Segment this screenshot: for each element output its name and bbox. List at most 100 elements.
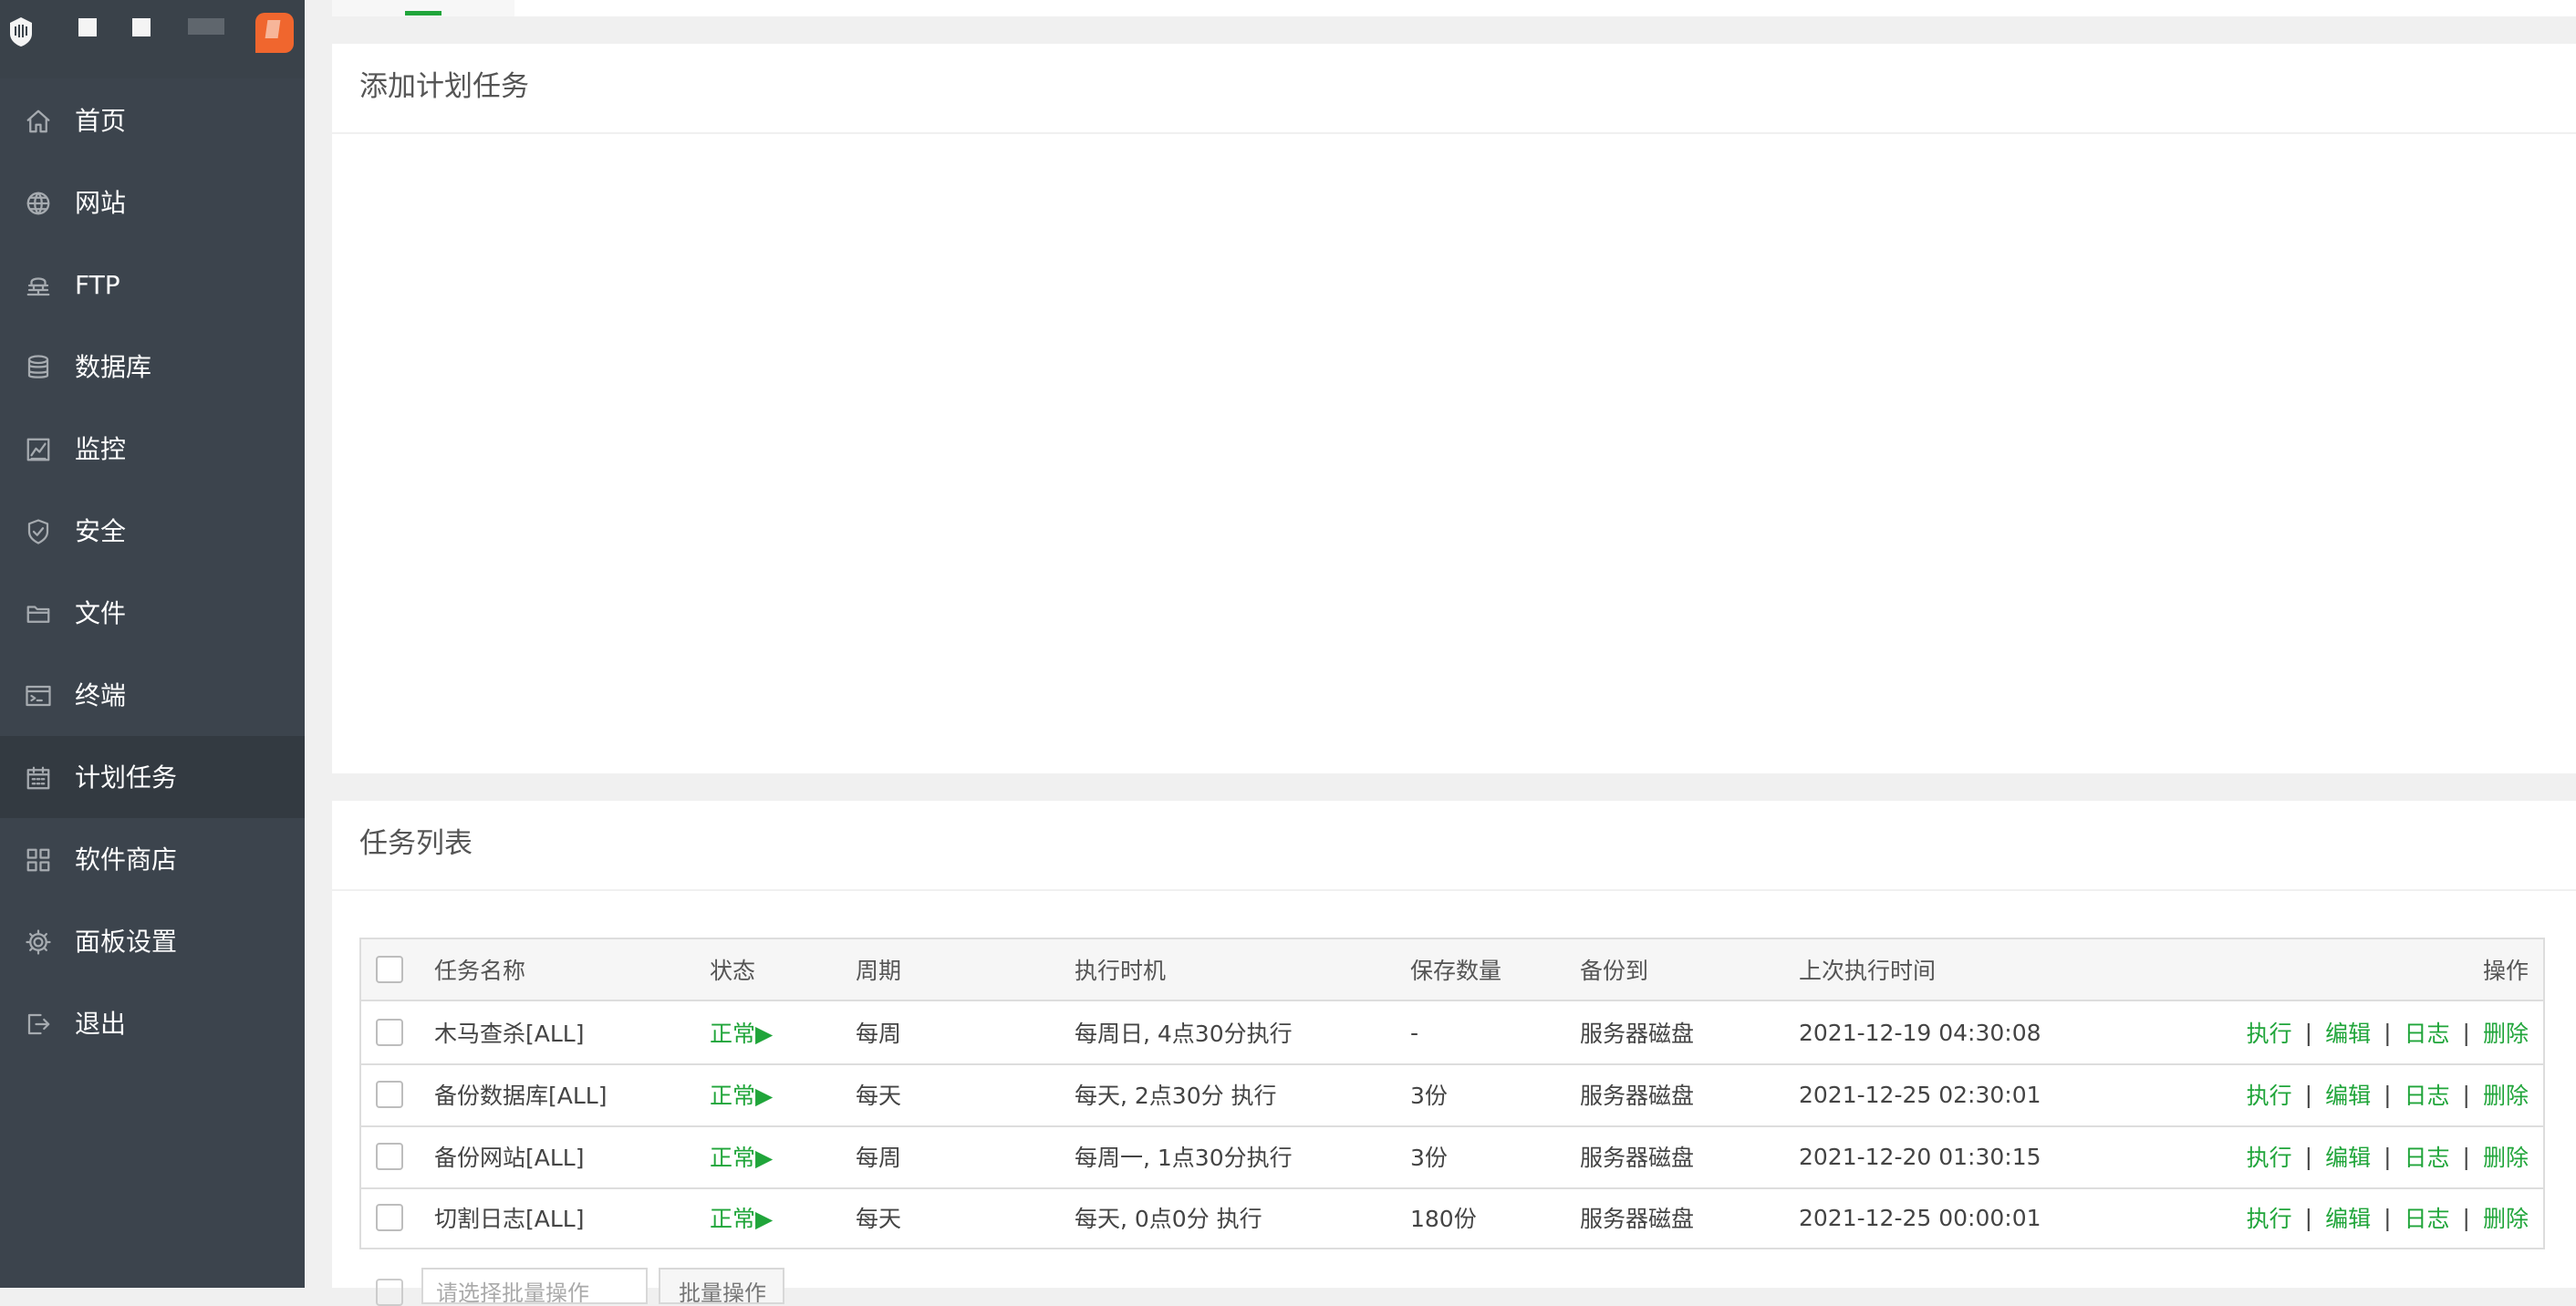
sidebar-item-label: 数据库 bbox=[75, 352, 152, 382]
sidebar-item-monitor[interactable]: 监控 bbox=[0, 408, 305, 490]
add-task-panel: 添加计划任务 bbox=[332, 44, 2576, 773]
table-header: 任务名称 状态 周期 执行时机 保存数量 备份到 上次执行时间 操作 bbox=[361, 939, 2543, 1001]
sidebar-item-home[interactable]: 首页 bbox=[0, 79, 305, 161]
sidebar-item-label: FTP bbox=[75, 270, 120, 300]
task-name: 切割日志[ALL] bbox=[434, 1206, 585, 1232]
task-name: 备份网站[ALL] bbox=[434, 1145, 585, 1171]
log-link[interactable]: 日志 bbox=[2405, 1016, 2450, 1049]
terminal-icon bbox=[24, 681, 53, 710]
sidebar-item-files[interactable]: 文件 bbox=[0, 572, 305, 654]
sidebar-item-label: 退出 bbox=[75, 1009, 127, 1039]
task-last-run: 2021-12-25 00:00:01 bbox=[1799, 1204, 2041, 1231]
sidebar-nav: 首页 网站 FTP 数据库 监控 安全 文件 终端 计划任务 软件商店 面板设置… bbox=[0, 79, 305, 1064]
row-actions: 执行 | 编辑 | 日志 | 删除 bbox=[2247, 1001, 2529, 1063]
status-toggle[interactable]: 正常▶ bbox=[710, 1125, 773, 1187]
home-icon bbox=[24, 107, 53, 136]
row-checkbox[interactable] bbox=[376, 1081, 403, 1108]
header-square-icon[interactable] bbox=[132, 18, 151, 36]
folder-icon bbox=[24, 599, 53, 628]
status-toggle[interactable]: 正常▶ bbox=[710, 1187, 773, 1248]
edit-link[interactable]: 编辑 bbox=[2325, 1016, 2371, 1049]
row-checkbox[interactable] bbox=[376, 1143, 403, 1170]
select-all-checkbox[interactable] bbox=[376, 956, 403, 983]
run-link[interactable]: 执行 bbox=[2247, 1078, 2292, 1111]
column-header: 上次执行时间 bbox=[1799, 958, 1937, 984]
task-last-run: 2021-12-19 04:30:08 bbox=[1799, 1019, 2041, 1046]
action-separator: | bbox=[2304, 1019, 2313, 1046]
task-last-run: 2021-12-25 02:30:01 bbox=[1799, 1081, 2041, 1108]
row-actions: 执行 | 编辑 | 日志 | 删除 bbox=[2247, 1125, 2529, 1187]
task-list-title: 任务列表 bbox=[359, 827, 473, 860]
row-checkbox[interactable] bbox=[376, 1204, 403, 1231]
sidebar-item-database[interactable]: 数据库 bbox=[0, 326, 305, 408]
task-backup-target: 服务器磁盘 bbox=[1580, 1083, 1695, 1109]
edit-link[interactable]: 编辑 bbox=[2325, 1140, 2371, 1173]
delete-link[interactable]: 删除 bbox=[2483, 1078, 2529, 1111]
task-exec-time: 每天, 2点30分 执行 bbox=[1075, 1083, 1277, 1109]
task-cycle: 每天 bbox=[856, 1083, 902, 1109]
task-keep-count: 3份 bbox=[1410, 1083, 1448, 1109]
task-list-panel: 任务列表 任务名称 状态 周期 执行时机 保存数量 备份到 上次执行时间 操作 … bbox=[332, 801, 2576, 1306]
sidebar-item-website[interactable]: 网站 bbox=[0, 161, 305, 244]
table-row: 木马查杀[ALL] 正常▶ 每周 每周日, 4点30分执行 - 服务器磁盘 20… bbox=[361, 1001, 2543, 1065]
edit-link[interactable]: 编辑 bbox=[2325, 1201, 2371, 1234]
run-link[interactable]: 执行 bbox=[2247, 1016, 2292, 1049]
action-separator: | bbox=[2384, 1081, 2392, 1108]
task-name: 备份数据库[ALL] bbox=[434, 1083, 608, 1109]
sidebar-item-cron[interactable]: 计划任务 bbox=[0, 736, 305, 818]
column-header: 执行时机 bbox=[1075, 958, 1167, 984]
sidebar-item-logout[interactable]: 退出 bbox=[0, 982, 305, 1064]
log-link[interactable]: 日志 bbox=[2405, 1201, 2450, 1234]
action-separator: | bbox=[2462, 1204, 2470, 1231]
task-keep-count: - bbox=[1410, 1019, 1419, 1046]
sidebar-item-label: 计划任务 bbox=[75, 762, 178, 793]
sidebar-item-label: 首页 bbox=[75, 106, 127, 136]
sidebar-item-label: 监控 bbox=[75, 434, 127, 464]
row-actions: 执行 | 编辑 | 日志 | 删除 bbox=[2247, 1063, 2529, 1125]
action-separator: | bbox=[2384, 1019, 2392, 1046]
sidebar-item-label: 终端 bbox=[75, 680, 127, 710]
row-checkbox[interactable] bbox=[376, 1019, 403, 1046]
action-separator: | bbox=[2304, 1143, 2313, 1170]
top-tab-panel bbox=[332, 0, 2576, 16]
batch-select-checkbox[interactable] bbox=[376, 1279, 403, 1306]
panel-logo-icon bbox=[10, 17, 32, 47]
batch-operation-button[interactable]: 批量操作 bbox=[659, 1268, 784, 1304]
globe-icon bbox=[24, 189, 53, 218]
delete-link[interactable]: 删除 bbox=[2483, 1140, 2529, 1173]
delete-link[interactable]: 删除 bbox=[2483, 1201, 2529, 1234]
log-link[interactable]: 日志 bbox=[2405, 1078, 2450, 1111]
calendar-icon bbox=[24, 763, 53, 793]
run-link[interactable]: 执行 bbox=[2247, 1140, 2292, 1173]
sidebar-item-label: 安全 bbox=[75, 516, 127, 546]
notification-badge-icon[interactable] bbox=[255, 13, 294, 53]
status-toggle[interactable]: 正常▶ bbox=[710, 1001, 773, 1063]
sidebar-item-settings[interactable]: 面板设置 bbox=[0, 900, 305, 982]
gear-icon bbox=[24, 928, 53, 957]
sidebar-item-security[interactable]: 安全 bbox=[0, 490, 305, 572]
add-task-title: 添加计划任务 bbox=[359, 70, 529, 103]
sidebar-item-terminal[interactable]: 终端 bbox=[0, 654, 305, 736]
task-backup-target: 服务器磁盘 bbox=[1580, 1206, 1695, 1232]
log-link[interactable]: 日志 bbox=[2405, 1140, 2450, 1173]
action-separator: | bbox=[2462, 1143, 2470, 1170]
panel-divider bbox=[332, 132, 2576, 134]
column-header: 任务名称 bbox=[434, 958, 526, 984]
sidebar-item-ftp[interactable]: FTP bbox=[0, 244, 305, 326]
run-link[interactable]: 执行 bbox=[2247, 1201, 2292, 1234]
table-row: 备份数据库[ALL] 正常▶ 每天 每天, 2点30分 执行 3份 服务器磁盘 … bbox=[361, 1063, 2543, 1127]
column-header: 状态 bbox=[710, 958, 756, 984]
sidebar-item-label: 面板设置 bbox=[75, 927, 178, 957]
task-exec-time: 每天, 0点0分 执行 bbox=[1075, 1206, 1262, 1232]
task-exec-time: 每周一, 1点30分执行 bbox=[1075, 1145, 1293, 1171]
sidebar-item-store[interactable]: 软件商店 bbox=[0, 818, 305, 900]
batch-operation-select[interactable]: 请选择批量操作 bbox=[421, 1268, 648, 1304]
delete-link[interactable]: 删除 bbox=[2483, 1016, 2529, 1049]
task-keep-count: 180份 bbox=[1410, 1206, 1477, 1232]
sidebar: 首页 网站 FTP 数据库 监控 安全 文件 终端 计划任务 软件商店 面板设置… bbox=[0, 0, 305, 1288]
database-icon bbox=[24, 353, 53, 382]
status-toggle[interactable]: 正常▶ bbox=[710, 1063, 773, 1125]
header-square-icon[interactable] bbox=[78, 18, 97, 36]
column-header: 操作 bbox=[2482, 958, 2529, 984]
edit-link[interactable]: 编辑 bbox=[2325, 1078, 2371, 1111]
